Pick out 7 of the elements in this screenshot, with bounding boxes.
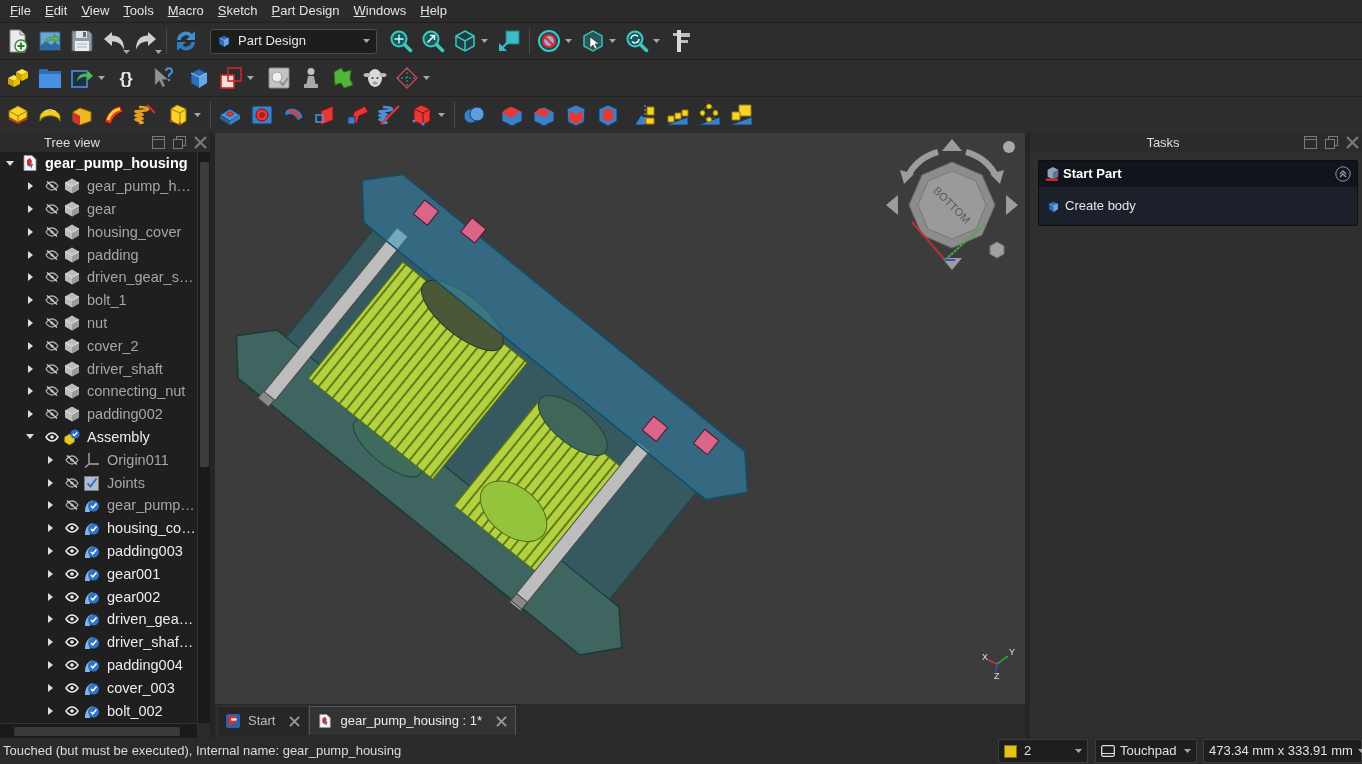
axis-label: Y xyxy=(1009,647,1015,657)
axis-label: X xyxy=(982,652,988,662)
status-message: Touched (but must be executed), Internal name: gear_pump_housing xyxy=(2,742,403,761)
panel-title: Tree view xyxy=(43,133,101,152)
axis-label: Z xyxy=(994,671,1000,681)
panel-title: Tasks xyxy=(1145,133,1181,152)
panel-heading: Start Part xyxy=(1063,165,1122,184)
